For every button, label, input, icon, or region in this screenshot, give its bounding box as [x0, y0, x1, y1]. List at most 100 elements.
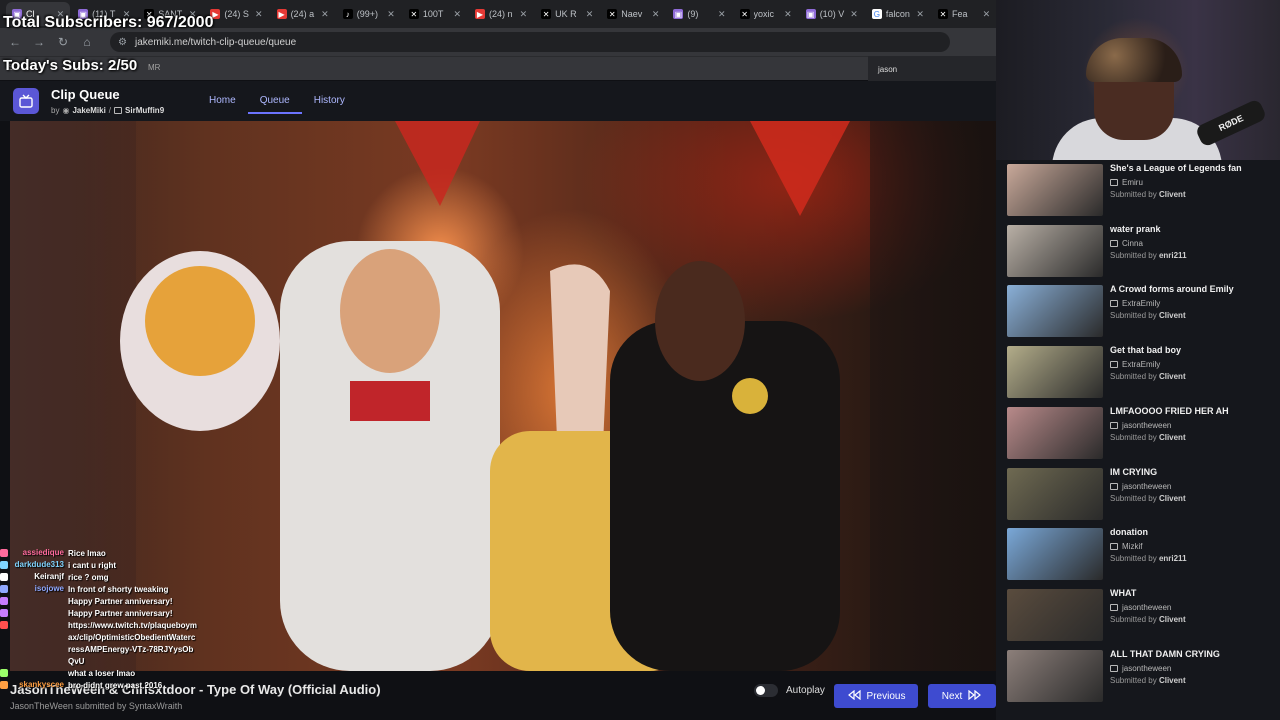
- clip-thumbnail[interactable]: [1007, 224, 1103, 277]
- queue-item[interactable]: WHAT jasontheween Submitted by Clivent: [1007, 585, 1277, 641]
- today-subs-overlay: Today's Subs: 2/50: [3, 57, 138, 74]
- clip-thumbnail[interactable]: [1007, 467, 1103, 520]
- chat-icon: [1110, 300, 1118, 308]
- chat-message: Happy Partner anniversary!: [0, 608, 230, 620]
- browser-tab[interactable]: ✕ 100T ✕: [403, 2, 467, 26]
- clip-thumbnail[interactable]: [1007, 346, 1103, 399]
- queue-item-submitter: Submitted by enri211: [1110, 554, 1187, 563]
- queue-item[interactable]: A Crowd forms around Emily ExtraEmily Subm…: [1007, 281, 1277, 338]
- chat-badge-icon: [0, 573, 8, 581]
- clip-thumbnail[interactable]: [1007, 406, 1103, 459]
- queue-item[interactable]: LMFAOOOO FRIED HER AH jasontheween Submitt…: [1007, 403, 1277, 459]
- queue-item[interactable]: ALL THAT DAMN CRYING jasontheween Submitte…: [1007, 646, 1277, 702]
- submitter-name: Clivent: [1158, 493, 1186, 503]
- tv-icon[interactable]: [13, 88, 39, 114]
- browser-tab[interactable]: ▶ (24) S ✕: [204, 2, 268, 26]
- search-suggestion-label: jason: [878, 65, 898, 74]
- clip-thumbnail[interactable]: [1007, 164, 1103, 216]
- close-tab-icon[interactable]: ✕: [586, 9, 594, 20]
- clip-thumbnail[interactable]: [1007, 285, 1103, 338]
- chat-username[interactable]: Keiranjf: [12, 572, 64, 581]
- autoplay-toggle[interactable]: [754, 684, 778, 697]
- queue-item-submitter: Submitted by Clivent: [1110, 372, 1186, 381]
- channel-name: jasontheween: [1122, 420, 1172, 430]
- tab-title: 100T: [422, 9, 444, 19]
- close-tab-icon[interactable]: ✕: [387, 9, 395, 20]
- browser-tab[interactable]: ✕ yoxic ✕: [734, 2, 798, 26]
- close-tab-icon[interactable]: ✕: [652, 9, 660, 20]
- url-field[interactable]: ⚙ jakemiki.me/twitch-clip-queue/queue: [110, 32, 950, 52]
- chat-username[interactable]: skankyscee: [12, 680, 64, 689]
- author-link-jakemiki[interactable]: JakeMiki: [72, 106, 105, 115]
- clip-thumbnail[interactable]: [1007, 649, 1103, 702]
- close-tab-icon[interactable]: ✕: [784, 9, 792, 20]
- previous-label: Previous: [866, 690, 906, 702]
- close-tab-icon[interactable]: ✕: [916, 9, 924, 20]
- nav-queue[interactable]: Queue: [247, 95, 302, 114]
- chat-badge-icon: [0, 597, 8, 605]
- clip-thumbnail[interactable]: [1007, 588, 1103, 641]
- chat-message: skankyscee bro didnt grew past 2016: [0, 680, 230, 692]
- clip-thumbnail[interactable]: [1007, 528, 1103, 581]
- close-tab-icon[interactable]: ✕: [718, 9, 726, 20]
- x-icon: ✕: [607, 9, 618, 19]
- queue-item[interactable]: water prank Cinna Submitted by enri211: [1007, 221, 1277, 277]
- bookmarks-bar: S... MR: [0, 56, 996, 80]
- next-button[interactable]: Next: [928, 684, 996, 708]
- webcam-person-hat: [1086, 38, 1182, 82]
- reload-icon[interactable]: ↻: [56, 35, 70, 49]
- youtube-icon: ▶: [276, 9, 287, 19]
- browser-tab[interactable]: ✕ Naev ✕: [601, 2, 665, 26]
- chat-username[interactable]: isojowe: [12, 584, 64, 593]
- autoplay-control[interactable]: Autoplay: [754, 684, 825, 697]
- close-tab-icon[interactable]: ✕: [520, 9, 528, 20]
- browser-tab[interactable]: ▶ (24) a ✕: [271, 2, 335, 26]
- close-tab-icon[interactable]: ✕: [255, 9, 263, 20]
- chat-username[interactable]: darkdude313: [12, 560, 64, 569]
- forward-icon[interactable]: →: [32, 35, 46, 49]
- bookmark-item-mr[interactable]: MR: [148, 63, 160, 72]
- queue-item[interactable]: donation Mizkif Submitted by enri211: [1007, 524, 1277, 581]
- queue-item-title: water prank: [1110, 223, 1161, 234]
- home-icon[interactable]: ⌂: [80, 35, 94, 49]
- webcam-overlay: RØDE: [996, 0, 1280, 160]
- chat-username[interactable]: assiedique: [12, 548, 64, 557]
- submitted-prefix: Submitted by: [1110, 432, 1157, 442]
- browser-tab[interactable]: ✕ Fea ✕: [932, 2, 996, 26]
- chat-text: Happy Partner anniversary!: [68, 597, 173, 606]
- tab-title: UK R: [555, 9, 577, 19]
- previous-button[interactable]: Previous: [834, 684, 918, 708]
- browser-tab[interactable]: ▣ (9) ✕: [667, 2, 731, 26]
- close-tab-icon[interactable]: ✕: [321, 9, 329, 20]
- submitter-name: Clivent: [1158, 675, 1186, 685]
- next-label: Next: [941, 690, 963, 702]
- nav-history[interactable]: History: [302, 95, 357, 114]
- browser-tab[interactable]: ♪ (99+) ✕: [337, 2, 401, 26]
- submitted-prefix: Submitted by: [1110, 372, 1157, 382]
- queue-item[interactable]: IM CRYING jasontheween Submitted by Cliven…: [1007, 464, 1277, 520]
- browser-tab[interactable]: Gfalcon ✕: [866, 2, 930, 26]
- app-title[interactable]: Clip Queue: [51, 87, 120, 102]
- close-tab-icon[interactable]: ✕: [453, 9, 461, 20]
- separator: /: [108, 106, 112, 115]
- queue-item-channel: ExtraEmily: [1110, 360, 1160, 369]
- chat-text: https://www.twitch.tv/plaqueboymax/clip/…: [68, 621, 198, 666]
- queue-item[interactable]: She's a League of Legends fan Emiru Submit…: [1007, 160, 1277, 216]
- submitted-prefix: Submitted by: [1110, 675, 1157, 685]
- back-icon[interactable]: ←: [8, 35, 22, 49]
- author-link-sirmuffin[interactable]: SirMuffin9: [125, 106, 164, 115]
- autoplay-label: Autoplay: [786, 685, 825, 696]
- close-tab-icon[interactable]: ✕: [983, 9, 991, 20]
- nav-home[interactable]: Home: [197, 95, 248, 114]
- browser-tab[interactable]: ✕ UK R ✕: [535, 2, 599, 26]
- submitter-name: Clivent: [1158, 432, 1186, 442]
- screen: ▣ Cl ✕ ▣ (11) T ✕ ✕ SANT ✕ ▶ (24) S ✕ ▶ (24) a ✕ ♪ (99+)…: [0, 0, 1280, 720]
- queue-item[interactable]: Get that bad boy ExtraEmily Submitted by C…: [1007, 342, 1277, 399]
- browser-tab[interactable]: ▶ (24) n ✕: [469, 2, 533, 26]
- browser-tab[interactable]: ▣ (10) V ✕: [800, 2, 864, 26]
- site-info-icon[interactable]: ⚙: [118, 37, 127, 48]
- x-icon: ✕: [739, 9, 750, 19]
- chat-message: assiedique Rice lmao: [0, 548, 230, 560]
- close-tab-icon[interactable]: ✕: [850, 9, 858, 20]
- rewind-icon: [847, 689, 861, 703]
